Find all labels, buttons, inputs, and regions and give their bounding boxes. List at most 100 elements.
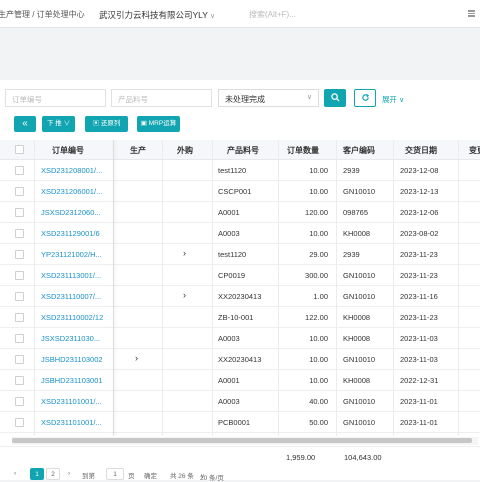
table-row[interactable]: XSD231206001/... CSCP001 10.00 GN10010 2023-… (0, 181, 480, 202)
toolbox-icon[interactable] (468, 10, 475, 17)
mrp-label: MRP运算 (148, 120, 177, 127)
table-row[interactable]: XSD231031001/...BL-21-08-00120.00GN10010… (0, 433, 480, 436)
customer-cell: 2939 (343, 250, 360, 259)
order-no-link[interactable]: JSBHD231103001 (41, 376, 117, 385)
prev-page-icon[interactable]: ‹ (14, 470, 16, 477)
table-row[interactable]: JSXSD2311030... A0003 10.00 KH0008 2023-11-0… (0, 328, 480, 349)
double-chevron-left-icon: « (22, 118, 28, 129)
header-production[interactable]: 生产 (130, 145, 146, 156)
next-page-icon[interactable]: › (68, 470, 70, 477)
expand-filters-button[interactable]: 展开 ∨ (382, 94, 404, 105)
qty-cell: 10.00 (309, 229, 328, 238)
delivery-date-cell: 2023-12-06 (400, 208, 439, 217)
search-button[interactable] (324, 89, 346, 107)
row-checkbox[interactable] (15, 397, 24, 406)
qty-cell: 120.00 (305, 208, 328, 217)
scrollbar-thumb[interactable] (12, 438, 472, 443)
push-down-label: 下 推 (46, 120, 62, 127)
customer-cell: GN10010 (343, 418, 376, 427)
product-no-input[interactable]: 产品料号 (111, 89, 212, 107)
expand-outsource-icon[interactable]: › (183, 248, 186, 258)
table-row[interactable]: XSD231129001/6 A0003 10.00 KH0008 2023-08-02 (0, 223, 480, 244)
row-checkbox[interactable] (15, 418, 24, 427)
chevron-down-icon: ∨ (306, 94, 312, 101)
delivery-date-cell: 2023-11-01 (400, 418, 438, 427)
page-1-button[interactable]: 1 (30, 468, 44, 480)
select-all-checkbox[interactable] (15, 145, 24, 154)
chevron-down-icon: ∨ (209, 13, 216, 20)
order-no-link[interactable]: XSD231101001/... (41, 418, 117, 427)
table-row[interactable]: YP231121002/H... › test1120 29.00 2939 2023-1… (0, 244, 480, 265)
restore-columns-button[interactable]: ▣ 还原列 (85, 116, 128, 132)
table-row[interactable]: JSBHD231103001 A0001 10.00 KH0008 2022-12-31 (0, 370, 480, 391)
status-select-value: 未处理完成 (225, 95, 265, 104)
product-no-cell: A0001 (218, 376, 240, 385)
mrp-button[interactable]: ▣ MRP运算 (137, 116, 180, 132)
row-checkbox[interactable] (15, 271, 24, 280)
order-no-link[interactable]: XSD231101001/... (41, 397, 117, 406)
expand-production-icon[interactable]: › (135, 353, 138, 363)
horizontal-scrollbar[interactable] (12, 437, 478, 445)
table-header: 订单编号 生产 外购 产品料号 订单数量 客户编码 交货日期 变更 (0, 140, 480, 160)
order-no-link[interactable]: XSD231113001/... (41, 271, 117, 280)
header-order-no[interactable]: 订单编号 (52, 145, 84, 156)
table-row[interactable]: JSXSD2312060... A0001 120.00 098765 2023-12-… (0, 202, 480, 223)
order-no-link[interactable]: XSD231129001/6 (41, 229, 117, 238)
collapse-button[interactable]: « (14, 116, 36, 132)
order-no-link[interactable]: XSD231110007/... (41, 292, 117, 301)
row-checkbox[interactable] (15, 208, 24, 217)
header-change[interactable]: 变更 (469, 145, 480, 156)
chevron-down-icon: ∨ (63, 120, 71, 127)
order-no-input[interactable]: 订单编号 (5, 89, 106, 107)
customer-cell: KH0008 (343, 313, 371, 322)
total-count: 共 26 条 (170, 473, 194, 480)
page-2-button[interactable]: 2 (46, 468, 60, 480)
product-no-cell: PCB0001 (218, 418, 251, 427)
table-row[interactable]: XSD231101001/... A0003 40.00 GN10010 2023-11… (0, 391, 480, 412)
delivery-date-cell: 2023-11-23 (400, 271, 438, 280)
row-checkbox[interactable] (15, 334, 24, 343)
header-qty[interactable]: 订单数量 (287, 145, 319, 156)
order-no-link[interactable]: XSD231208001/... (41, 166, 117, 175)
row-checkbox[interactable] (15, 292, 24, 301)
header-product-no[interactable]: 产品料号 (227, 145, 259, 156)
row-checkbox[interactable] (15, 250, 24, 259)
row-checkbox[interactable] (15, 166, 24, 175)
table-row[interactable]: XSD231110002/12 ZB-10-001 122.00 KH0008 2023… (0, 307, 480, 328)
header-delivery-date[interactable]: 交货日期 (405, 145, 437, 156)
global-search-input[interactable]: 搜索(Alt+F)... (249, 9, 296, 20)
table-row[interactable]: JSBHD231103002 › XX20230413 10.00 GN10010 202… (0, 349, 480, 370)
order-no-link[interactable]: YP231121002/H... (41, 250, 117, 259)
product-no-cell: CSCP001 (218, 187, 252, 196)
table-row[interactable]: XSD231113001/... CP0019 300.00 GN10010 2023-… (0, 265, 480, 286)
company-selector[interactable]: 武汉引力云科技有限公司YLY ∨ (99, 9, 215, 21)
push-down-dropdown[interactable]: 下 推 ∨ (42, 116, 75, 132)
product-no-cell: A0003 (218, 229, 240, 238)
row-checkbox[interactable] (15, 187, 24, 196)
row-checkbox[interactable] (15, 376, 24, 385)
product-no-cell: test1120 (218, 250, 247, 259)
customer-cell: GN10010 (343, 397, 376, 406)
order-no-link[interactable]: JSXSD2312060... (41, 208, 117, 217)
table-row[interactable]: XSD231110007/... › XX20230413 1.00 GN10010 20… (0, 286, 480, 307)
trash-icon: ▣ (140, 120, 147, 127)
page-input[interactable]: 1 (106, 468, 124, 480)
delivery-date-cell: 2023-11-23 (400, 250, 438, 259)
row-checkbox[interactable] (15, 229, 24, 238)
order-no-link[interactable]: XSD231110002/12 (41, 313, 117, 322)
row-checkbox[interactable] (15, 355, 24, 364)
order-no-link[interactable]: JSBHD231103002 (41, 355, 117, 364)
header-customer[interactable]: 客户编码 (343, 145, 375, 156)
expand-outsource-icon[interactable]: › (183, 290, 186, 300)
header-outsource[interactable]: 外购 (177, 145, 193, 156)
table-row[interactable]: XSD231208001/... test1120 10.00 2939 2023-12… (0, 160, 480, 181)
status-select[interactable]: 未处理完成 ∨ (218, 89, 319, 107)
product-no-cell: test1120 (218, 166, 247, 175)
order-no-link[interactable]: XSD231206001/... (41, 187, 117, 196)
row-checkbox[interactable] (15, 313, 24, 322)
refresh-button[interactable] (354, 89, 376, 107)
confirm-button[interactable]: 确定 (144, 470, 157, 480)
qty-cell: 10.00 (309, 334, 328, 343)
order-no-link[interactable]: JSXSD2311030... (41, 334, 117, 343)
table-row[interactable]: XSD231101001/... PCB0001 50.00 GN10010 2023-… (0, 412, 480, 433)
